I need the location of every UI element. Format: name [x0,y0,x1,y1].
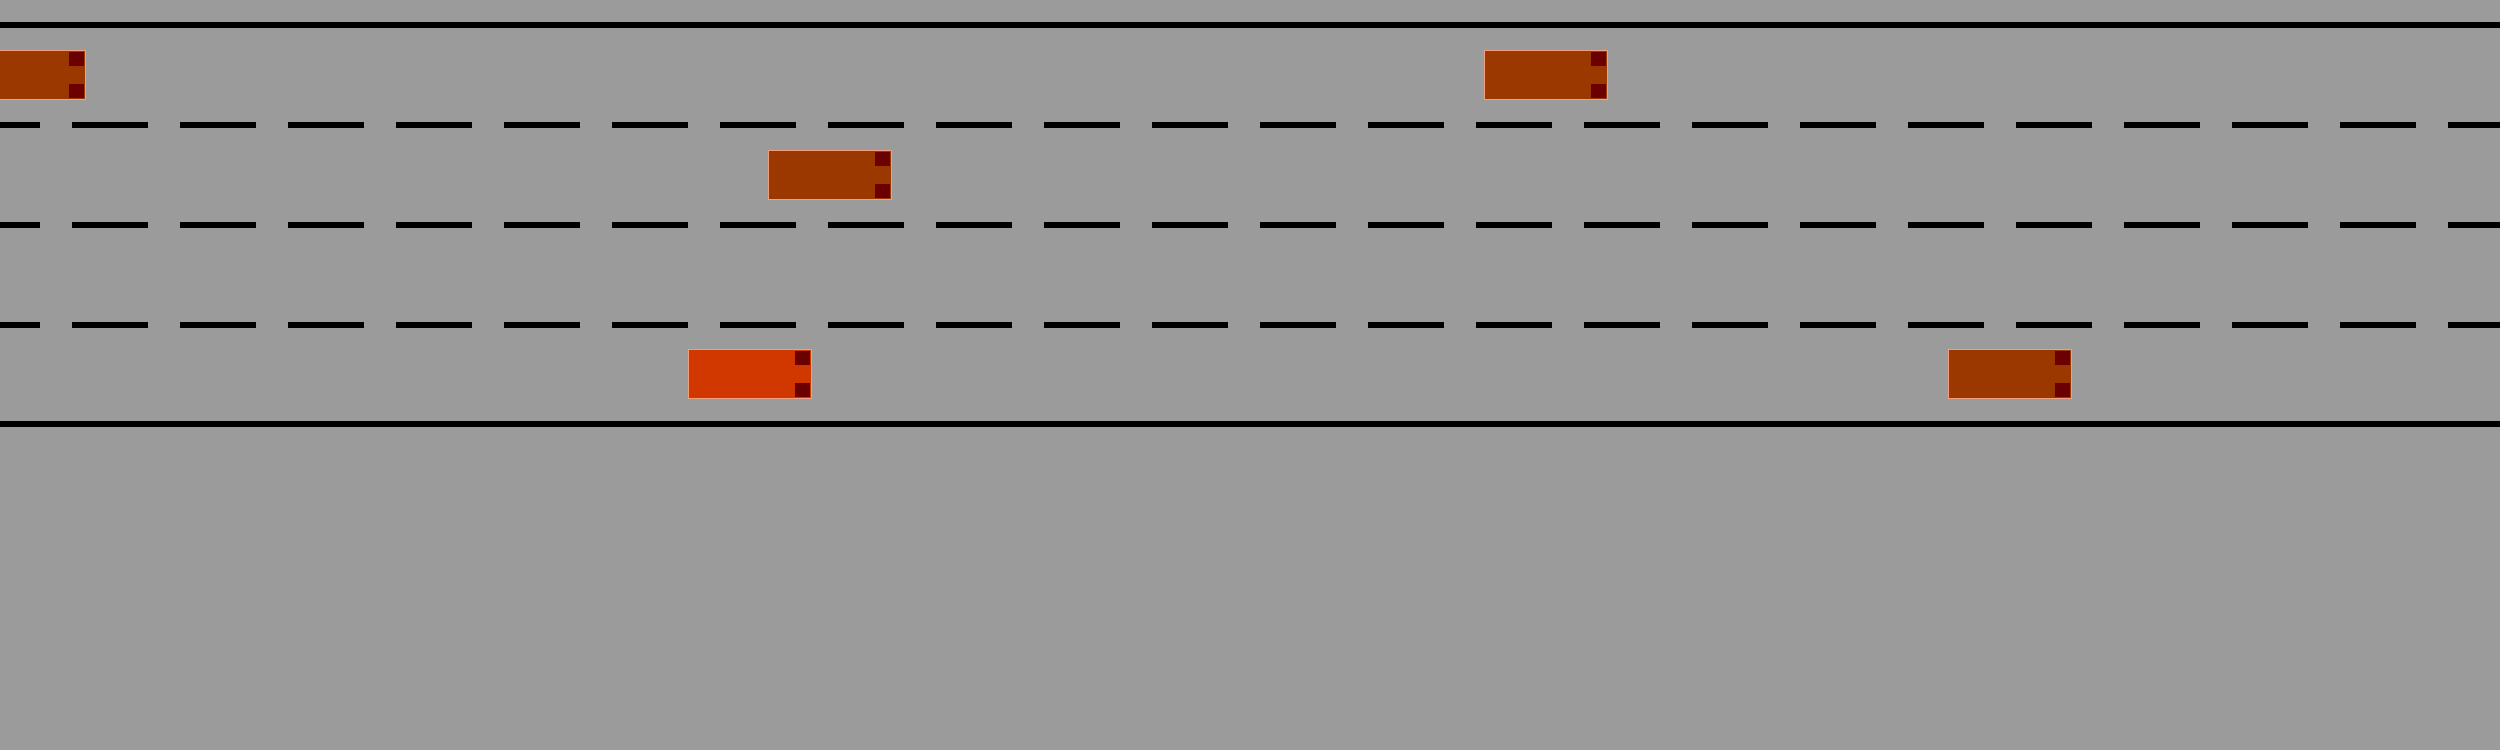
lane-dash [1044,122,1120,128]
road-edge-top [0,22,2500,28]
tail-light [69,52,84,66]
lane-dash [0,322,40,328]
lane-dash [1800,222,1876,228]
lane-dash [1368,122,1444,128]
lane-dash [1260,222,1336,228]
lane-dash [1368,222,1444,228]
lane-dash [1476,122,1552,128]
lane-dash [2448,122,2500,128]
lane-dash [936,122,1012,128]
lane-dash [180,222,256,228]
lane-dash [1152,222,1228,228]
lane-dash [936,222,1012,228]
lane-dash [2232,122,2308,128]
lane-dash [288,322,364,328]
vehicle-other [0,50,86,100]
lane-dash [72,322,148,328]
lane-dash [1152,122,1228,128]
lane-dash [1044,222,1120,228]
tail-light [1591,52,1606,66]
tail-light [1591,84,1606,98]
lane-dash [1260,122,1336,128]
tail-light [875,184,890,198]
vehicle-other [1484,50,1608,100]
lane-divider-3 [0,322,2500,328]
lane-dash [288,222,364,228]
lane-dash [720,322,796,328]
tail-light [875,152,890,166]
lane-dash [1692,322,1768,328]
lane-dash [0,222,40,228]
tail-light [69,84,84,98]
lane-dash [1476,222,1552,228]
lane-dash [2340,122,2416,128]
lane-dash [1584,122,1660,128]
tail-light [2055,383,2070,397]
lane-dash [180,122,256,128]
lane-dash [828,322,904,328]
lane-dash [2448,222,2500,228]
lane-dash [504,222,580,228]
lane-dash [2232,222,2308,228]
lane-dash [1584,322,1660,328]
lane-dash [1908,222,1984,228]
tail-light [795,383,810,397]
lane-dash [2016,122,2092,128]
lane-dash [1584,222,1660,228]
lane-dash [2016,222,2092,228]
lane-dash [1044,322,1120,328]
lane-dash [828,122,904,128]
lane-dash [1800,322,1876,328]
lane-dash [2124,222,2200,228]
lane-dash [396,222,472,228]
lane-dash [2448,322,2500,328]
vehicle-ego [688,349,812,399]
highway-scene [0,0,2500,750]
lane-dash [180,322,256,328]
lane-dash [612,122,688,128]
lane-dash [1800,122,1876,128]
lane-divider-2 [0,222,2500,228]
lane-dash [396,322,472,328]
lane-dash [288,122,364,128]
lane-divider-1 [0,122,2500,128]
lane-dash [1368,322,1444,328]
lane-dash [720,222,796,228]
lane-dash [2016,322,2092,328]
lane-dash [2340,322,2416,328]
vehicle-other [768,150,892,200]
lane-dash [828,222,904,228]
lane-dash [720,122,796,128]
road-edge-bottom [0,421,2500,427]
lane-dash [936,322,1012,328]
lane-dash [396,122,472,128]
lane-dash [504,322,580,328]
lane-dash [1692,222,1768,228]
lane-dash [72,222,148,228]
lane-dash [612,222,688,228]
lane-dash [1152,322,1228,328]
lane-dash [0,122,40,128]
vehicle-other [1948,349,2072,399]
lane-dash [2340,222,2416,228]
lane-dash [2232,322,2308,328]
lane-dash [72,122,148,128]
lane-dash [1908,322,1984,328]
lane-dash [612,322,688,328]
lane-dash [2124,322,2200,328]
lane-dash [1260,322,1336,328]
lane-dash [1908,122,1984,128]
tail-light [795,351,810,365]
lane-dash [504,122,580,128]
tail-light [2055,351,2070,365]
lane-dash [1476,322,1552,328]
lane-dash [1692,122,1768,128]
lane-dash [2124,122,2200,128]
